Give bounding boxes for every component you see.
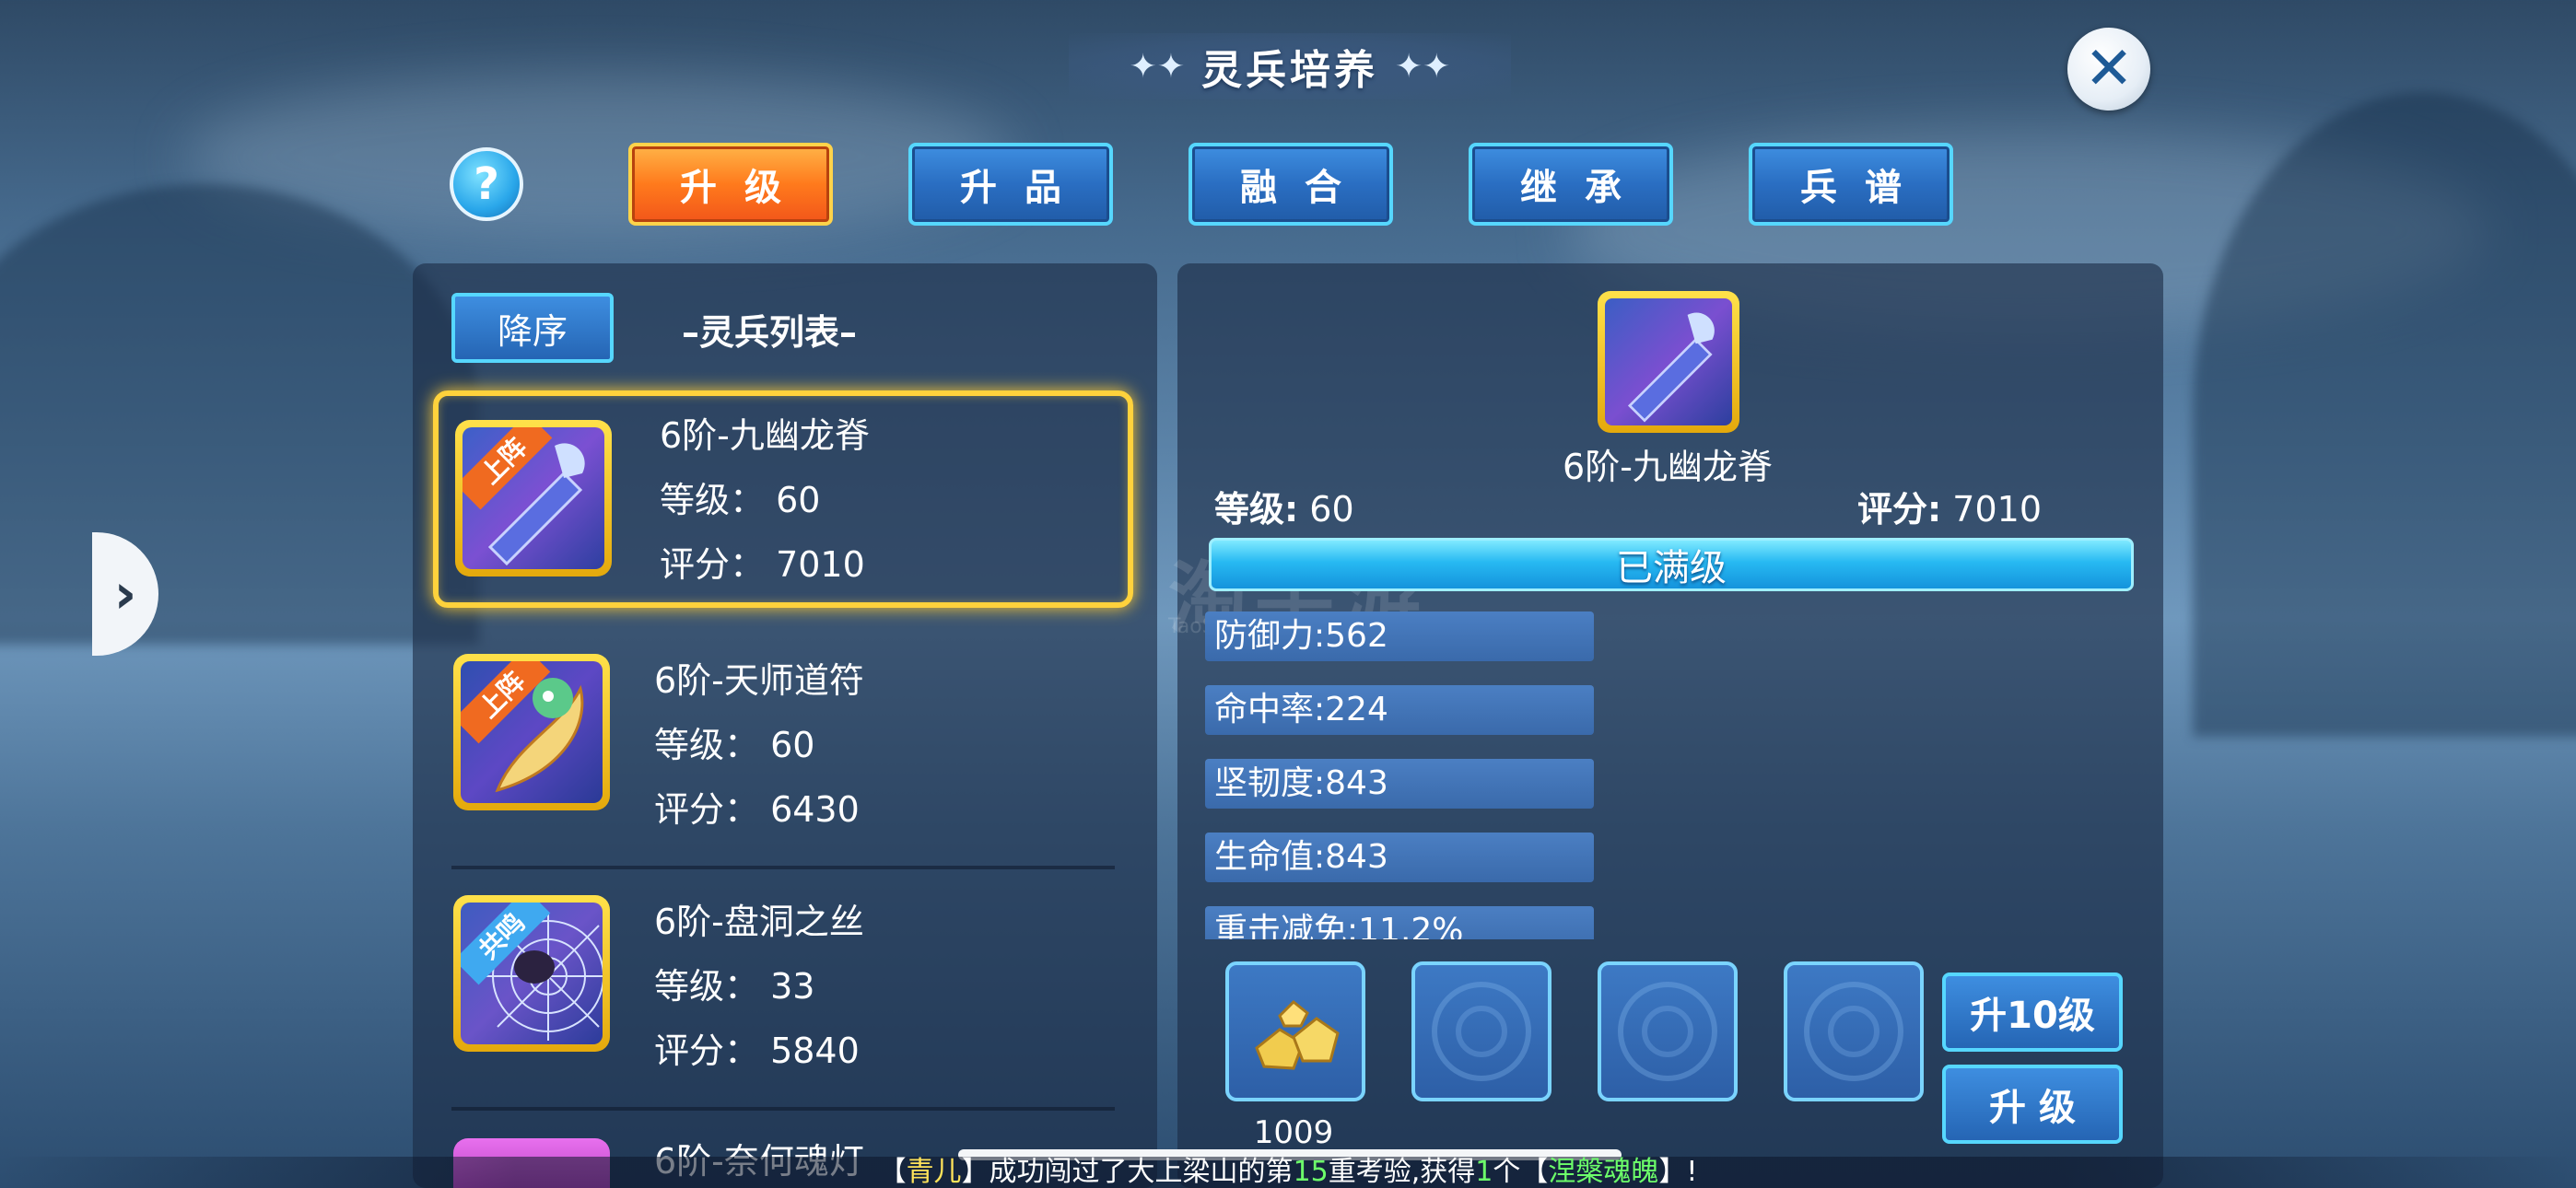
cloud-pattern-icon (1642, 1006, 1693, 1057)
close-button[interactable]: ✕ (2067, 28, 2150, 111)
question-icon: ? (474, 158, 499, 210)
weapon-name: 6阶-九幽龙脊 (660, 415, 870, 456)
upgrade-10-button[interactable]: 升10级 (1942, 973, 2123, 1052)
weapon-level: 等级： 33 (654, 966, 815, 1007)
ticker-floor: 15 (1293, 1156, 1329, 1188)
sort-button[interactable]: 降序 (451, 293, 614, 363)
weapon-level: 等级： 60 (660, 480, 821, 520)
close-icon: ✕ (2084, 35, 2134, 103)
ticker-count: 1 (1475, 1156, 1493, 1188)
material-slot-empty[interactable] (1784, 961, 1924, 1101)
detail-score: 评分: 7010 (1857, 481, 2042, 531)
star-icon: ✦✦ (1129, 47, 1185, 86)
detail-level-value: 60 (1298, 489, 1354, 530)
spider-web-icon: 共鸣 (453, 895, 610, 1052)
weapon-name: 6阶-盘洞之丝 (654, 902, 864, 942)
page-title-bar: ✦✦ 灵兵培养 ✦✦ (1069, 33, 1511, 99)
ticker-reward: 涅槃魂魄 (1548, 1156, 1659, 1188)
tab-inherit[interactable]: 继承 (1469, 143, 1673, 226)
stat-toughness: 坚韧度:843 (1205, 759, 1594, 809)
tab-fusion[interactable]: 融合 (1188, 143, 1393, 226)
page-title: 灵兵培养 (1201, 47, 1378, 94)
weapon-score: 评分： 5840 (654, 1031, 860, 1071)
tab-upgrade[interactable]: 升级 (628, 143, 833, 226)
broadcast-ticker: 【青儿】成功闯过了大上梁山的第15重考验,获得1个【涅槃魂魄】! (0, 1157, 2576, 1188)
tab-catalog[interactable]: 兵谱 (1749, 143, 1953, 226)
detail-score-label: 评分: (1857, 489, 1942, 530)
divider (451, 866, 1115, 869)
ticker-text: 【 (878, 1156, 907, 1188)
star-icon: ✦✦ (1395, 47, 1451, 86)
material-slot-empty[interactable] (1411, 961, 1551, 1101)
detail-weapon-name: 6阶-九幽龙脊 (1563, 447, 1773, 487)
help-button[interactable]: ? (450, 147, 523, 221)
ticker-text: 】成功闯过了大上梁山的第 (961, 1156, 1294, 1188)
list-item[interactable]: 共鸣 6阶-盘洞之丝 等级： 33 评分： 5840 (433, 886, 1133, 1111)
weapon-name: 6阶-天师道符 (654, 660, 864, 701)
list-item[interactable]: 上阵 6阶-九幽龙脊 等级： 60 评分： 7010 (433, 390, 1133, 608)
tab-rank-up[interactable]: 升品 (908, 143, 1113, 226)
weapon-icon (1598, 291, 1739, 433)
ticker-text: 】! (1658, 1156, 1698, 1188)
cloud-pattern-icon (1828, 1006, 1879, 1057)
talisman-icon: 上阵 (453, 654, 610, 810)
stat-crit-reduction: 重击减免:11.2% (1205, 906, 1594, 939)
stat-defense: 防御力:562 (1205, 611, 1594, 661)
material-slot-empty[interactable] (1598, 961, 1738, 1101)
bg-mountain (0, 184, 479, 645)
chevron-right-icon: › (113, 562, 137, 626)
material-slot[interactable] (1225, 961, 1365, 1101)
weapon-score: 评分： 7010 (660, 544, 865, 585)
cloud-pattern-icon (1456, 1006, 1507, 1057)
weapon-icon: 上阵 (455, 420, 612, 577)
ticker-text: 重考验,获得 (1328, 1156, 1476, 1188)
divider (451, 1107, 1115, 1111)
ticker-player: 青儿 (906, 1156, 962, 1188)
stat-list[interactable]: 防御力:562 命中率:224 坚韧度:843 生命值:843 重击减免:11.… (1205, 611, 1610, 939)
stat-accuracy: 命中率:224 (1205, 685, 1594, 735)
max-level-bar: 已满级 (1209, 538, 2134, 591)
stat-hp: 生命值:843 (1205, 833, 1594, 882)
gold-ore-icon (1255, 999, 1340, 1070)
upgrade-button[interactable]: 升 级 (1942, 1065, 2123, 1144)
detail-level-label: 等级: (1214, 489, 1299, 530)
detail-score-value: 7010 (1941, 489, 2042, 530)
ticker-text: 个【 (1493, 1156, 1549, 1188)
weapon-level: 等级： 60 (654, 725, 815, 765)
weapon-score: 评分： 6430 (654, 789, 860, 830)
material-count: 1009 (1253, 1114, 1334, 1151)
list-item[interactable]: 上阵 6阶-天师道符 等级： 60 评分： 6430 (433, 645, 1133, 869)
detail-level: 等级: 60 (1214, 481, 1354, 531)
list-title: –灵兵列表– (682, 312, 858, 353)
